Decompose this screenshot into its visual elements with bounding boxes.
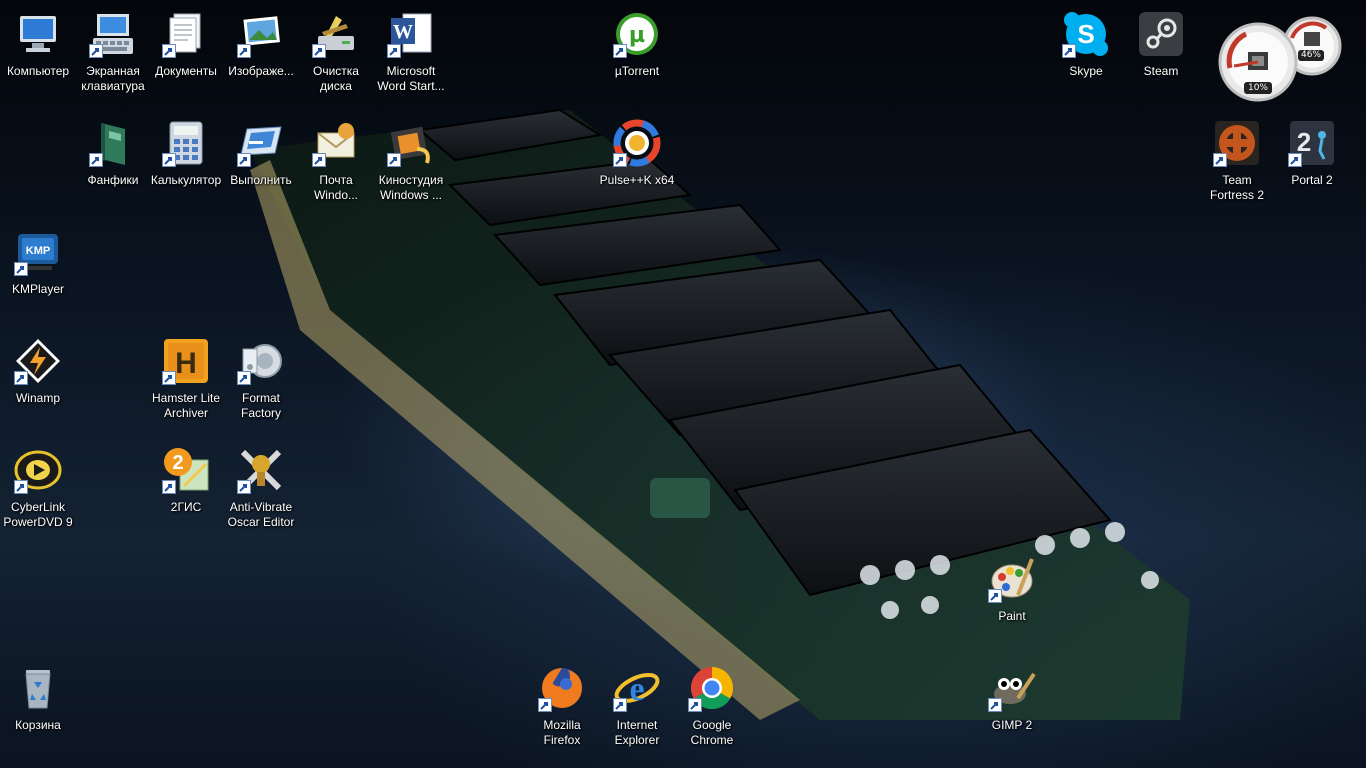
winamp-icon [14, 337, 62, 385]
desktop-icon-steam[interactable]: Steam [1123, 6, 1199, 102]
firefox-icon [538, 664, 586, 712]
word-icon: W [387, 10, 435, 58]
desktop-icon-moviemaker[interactable]: Киностудия Windows ... [373, 115, 449, 211]
memory-usage-readout: 46% [1298, 50, 1324, 61]
desktop-icon-skype[interactable]: S Skype [1048, 6, 1124, 102]
svg-text:2: 2 [172, 452, 183, 474]
shortcut-arrow-icon [162, 371, 176, 385]
shortcut-arrow-icon [237, 153, 251, 167]
desktop-icon-images[interactable]: Изображе... [223, 6, 299, 102]
svg-text:S: S [1077, 19, 1094, 49]
desktop-icon-computer[interactable]: Компьютер [0, 6, 76, 102]
svg-text:µ: µ [629, 23, 645, 48]
desktop-icon-cleanup[interactable]: Очистка диска [298, 6, 374, 102]
recycle-bin-icon [14, 664, 62, 712]
computer-icon [14, 10, 62, 58]
documents-icon [162, 10, 210, 58]
shortcut-arrow-icon [312, 153, 326, 167]
run-icon [237, 119, 285, 167]
desktop-icon-2gis[interactable]: 2 2ГИС [148, 442, 224, 538]
desktop-icon-paint[interactable]: Paint [974, 551, 1050, 647]
shortcut-arrow-icon [613, 698, 627, 712]
paint-icon [988, 555, 1036, 603]
desktop-icon-recycle[interactable]: Корзина [0, 660, 76, 756]
portal2-icon: 2 [1288, 119, 1336, 167]
format-factory-icon [237, 337, 285, 385]
shortcut-arrow-icon [613, 153, 627, 167]
kmp-icon: KMP [14, 228, 62, 276]
desktop-icon-portal2[interactable]: 2 Portal 2 [1274, 115, 1350, 211]
shortcut-arrow-icon [1213, 153, 1227, 167]
shortcut-arrow-icon [387, 44, 401, 58]
shortcut-arrow-icon [1288, 153, 1302, 167]
chrome-icon [688, 664, 736, 712]
desktop-icon-hamster[interactable]: H Hamster Lite Archiver [148, 333, 224, 429]
shortcut-arrow-icon [14, 262, 28, 276]
shortcut-arrow-icon [89, 44, 103, 58]
desktop-icon-firefox[interactable]: Mozilla Firefox [524, 660, 600, 756]
desktop-icon-gimp[interactable]: GIMP 2 [974, 660, 1050, 756]
shortcut-arrow-icon [237, 44, 251, 58]
cpu-meter-gadget[interactable]: 10% 46% [1216, 8, 1346, 104]
shortcut-arrow-icon [312, 44, 326, 58]
oscar-icon [237, 446, 285, 494]
shortcut-arrow-icon [14, 480, 28, 494]
calculator-icon [162, 119, 210, 167]
desktop-icon-powerdvd[interactable]: CyberLink PowerDVD 9 [0, 442, 76, 538]
cpu-usage-readout: 10% [1244, 82, 1272, 94]
desktop-icon-ie[interactable]: e Internet Explorer [599, 660, 675, 756]
svg-text:H: H [175, 347, 197, 380]
desktop-icon-run[interactable]: Выполнить [223, 115, 299, 211]
shortcut-arrow-icon [988, 698, 1002, 712]
desktop-icon-mail[interactable]: Почта Windo... [298, 115, 374, 211]
svg-text:KMP: KMP [26, 245, 50, 257]
desktop-icon-osk[interactable]: Экранная клавиатура [75, 6, 151, 102]
tf2-icon [1213, 119, 1261, 167]
shortcut-arrow-icon [237, 480, 251, 494]
shortcut-arrow-icon [89, 153, 103, 167]
keyboard-icon [89, 10, 137, 58]
ie-icon: e [613, 664, 661, 712]
shortcut-arrow-icon [988, 589, 1002, 603]
film-icon [387, 119, 435, 167]
shortcut-arrow-icon [162, 44, 176, 58]
images-icon [237, 10, 285, 58]
powerdvd-icon [14, 446, 62, 494]
shortcut-arrow-icon [538, 698, 552, 712]
shortcut-arrow-icon [1062, 44, 1076, 58]
desktop-icon-calculator[interactable]: Калькулятор [148, 115, 224, 211]
desktop-icon-utorrent[interactable]: µ µTorrent [599, 6, 675, 102]
desktop-icon-pulse[interactable]: Pulse++K x64 [599, 115, 675, 211]
pulse-icon [613, 119, 661, 167]
steam-icon [1137, 10, 1185, 58]
shortcut-arrow-icon [613, 44, 627, 58]
disk-cleanup-icon [312, 10, 360, 58]
desktop-icon-tf2[interactable]: Team Fortress 2 [1199, 115, 1275, 211]
skype-icon: S [1062, 10, 1110, 58]
gauge-dials-icon [1218, 16, 1342, 102]
desktop-icon-formatfactory[interactable]: Format Factory [223, 333, 299, 429]
gimp-icon [988, 664, 1036, 712]
desktop-icon-word[interactable]: W Microsoft Word Start... [373, 6, 449, 102]
desktop-icon-kmplayer[interactable]: KMP KMPlayer [0, 224, 76, 320]
shortcut-arrow-icon [162, 480, 176, 494]
svg-text:W: W [393, 21, 413, 43]
desktop-icon-winamp[interactable]: Winamp [0, 333, 76, 429]
hamster-icon: H [162, 337, 210, 385]
mail-icon [312, 119, 360, 167]
book-icon [89, 119, 137, 167]
shortcut-arrow-icon [387, 153, 401, 167]
shortcut-arrow-icon [14, 371, 28, 385]
shortcut-arrow-icon [688, 698, 702, 712]
utorrent-icon: µ [613, 10, 661, 58]
desktop-icon-chrome[interactable]: Google Chrome [674, 660, 750, 756]
svg-text:e: e [629, 671, 644, 708]
desktop-icon-fanfics[interactable]: Фанфики [75, 115, 151, 211]
shortcut-arrow-icon [162, 153, 176, 167]
desktop-icon-antivibrate[interactable]: Anti-Vibrate Oscar Editor [223, 442, 299, 538]
shortcut-arrow-icon [237, 371, 251, 385]
desktop-icon-documents[interactable]: Документы [148, 6, 224, 102]
2gis-icon: 2 [162, 446, 210, 494]
